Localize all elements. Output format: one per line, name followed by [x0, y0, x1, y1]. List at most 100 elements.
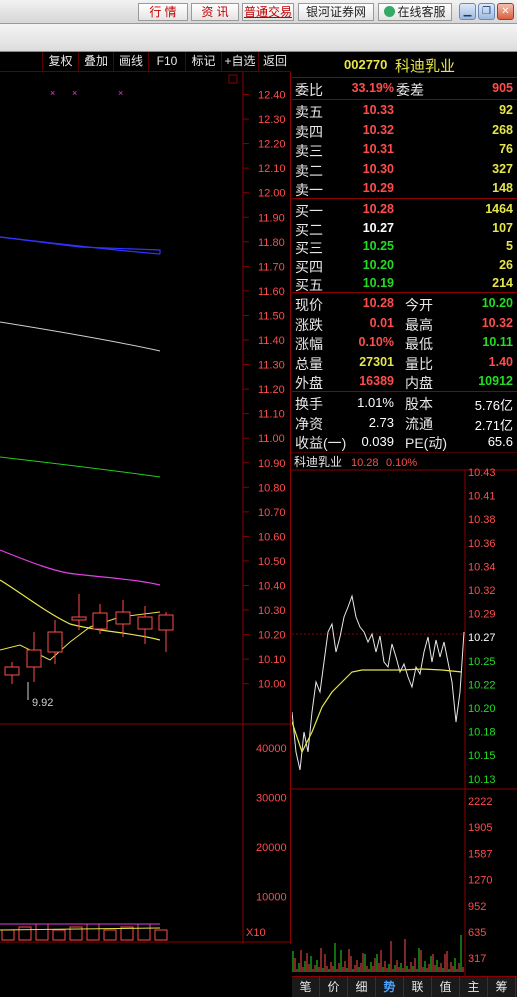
toolbar-item-4[interactable]: 标记 — [185, 52, 221, 71]
quote-value-b: 10.32 — [481, 315, 513, 330]
intra-price-tick: 10.22 — [468, 679, 496, 691]
fund-value-a: 2.73 — [368, 414, 394, 430]
quote-label-b: 量比 — [405, 355, 433, 372]
marker-x-icon: × — [118, 88, 123, 98]
volume-bar — [52, 929, 66, 941]
intra-volume-tick: 952 — [468, 901, 486, 913]
toolbar-item-1[interactable]: 叠加 — [78, 52, 113, 71]
price-tick-label: 10.20 — [258, 630, 286, 642]
quote-label-a: 涨幅 — [295, 336, 323, 352]
quote-label-a: 外盘 — [295, 375, 323, 391]
stock-code: 002770 — [344, 57, 388, 72]
weicha-value: 905 — [492, 81, 513, 95]
quote-label-b: 内盘 — [405, 375, 433, 391]
quote-label-a: 现价 — [295, 297, 323, 313]
quote-row-1: 涨跌 0.01 最高 10.32 — [292, 314, 517, 334]
buy-row-1-price: 10.28 — [362, 202, 394, 216]
quote-button[interactable]: 行 情 — [138, 3, 188, 21]
price-tick-label: 12.00 — [258, 188, 286, 200]
tab-2[interactable]: 细 — [348, 977, 376, 997]
quote-value-b: 10912 — [478, 374, 513, 388]
quote-value-a: 0.01 — [369, 315, 394, 330]
price-tick-label: 10.90 — [258, 458, 286, 470]
sell-row-1-price: 10.33 — [362, 103, 394, 117]
avg-price-line — [292, 668, 463, 754]
sell-row-1: 卖五 10.33 92 — [292, 101, 517, 121]
price-tick-label: 10.30 — [258, 605, 286, 617]
intra-price-tick: 10.43 — [468, 467, 496, 479]
fund-value-b: 2.71亿 — [474, 417, 513, 433]
quote-row-3: 总量 27301 量比 1.40 — [292, 353, 517, 373]
quote-label-a: 总量 — [295, 355, 323, 372]
tab-0[interactable]: 笔 — [292, 977, 320, 997]
kline-chart[interactable]: 12.40 12.30 12.20 12.10 12.00 11.90 11.80 11.70… — [0, 72, 291, 944]
quote-row-4: 外盘 16389 内盘 10912 — [292, 372, 517, 392]
sell-row-1-volume: 92 — [499, 103, 513, 117]
diamond-icon — [228, 74, 238, 84]
buy-row-3-price: 10.25 — [362, 239, 394, 253]
candle-body — [158, 614, 174, 631]
volume-tick-label: 20000 — [256, 842, 287, 854]
price-tick-label: 12.20 — [258, 139, 286, 151]
intra-price-tick: 10.18 — [468, 727, 496, 739]
price-line — [292, 594, 465, 771]
price-tick-label: 12.40 — [258, 90, 286, 102]
sell-row-4-volume: 327 — [492, 161, 513, 176]
restore-icon[interactable]: ❐ — [478, 3, 495, 20]
close-icon[interactable]: ✕ — [497, 3, 514, 20]
title-bar: 行 情 资 讯 普通交易 银河证券网 在线客服 ▁ ❐ ✕ — [0, 0, 517, 24]
broker-site-button[interactable]: 银河证券网 — [298, 3, 374, 21]
buy-row-2-volume: 107 — [492, 220, 513, 235]
weibi-value: 33.19% — [351, 81, 394, 95]
sell-row-4-label: 卖二 — [295, 162, 323, 179]
tab-4[interactable]: 联 — [404, 977, 432, 997]
weibi-row: 委比 33.19% 委差 905 — [292, 79, 517, 99]
buy-row-4-price: 10.20 — [362, 257, 394, 272]
quote-value-b: 10.11 — [482, 335, 513, 349]
stock-terminal-window: 行 情 资 讯 普通交易 银河证券网 在线客服 ▁ ❐ ✕ 复权 叠加 画线 F10 标… — [0, 0, 517, 997]
low-marker-label: 9.92 — [32, 697, 53, 709]
volume-bar — [1, 929, 15, 941]
price-tick-label: 10.60 — [258, 531, 286, 543]
intra-price-tick: 10.32 — [468, 585, 496, 597]
sell-row-5-price: 10.29 — [362, 181, 394, 195]
trade-button[interactable]: 普通交易 — [242, 3, 294, 21]
tab-1[interactable]: 价 — [320, 977, 348, 997]
chart-toolbar: 复权 叠加 画线 F10 标记 +自选 返回 — [0, 52, 291, 72]
toolbar-item-0[interactable]: 复权 — [42, 52, 78, 71]
fund-value-a: 0.039 — [361, 434, 394, 449]
fund-label-a: 收益(一) — [295, 435, 347, 451]
stock-header: 002770 科迪乳业 — [292, 54, 517, 76]
intra-price-tick: 10.13 — [468, 774, 496, 786]
sell-row-4-price: 10.30 — [362, 161, 394, 176]
buy-row-5: 买五 10.19 214 — [292, 274, 517, 294]
tab-3[interactable]: 势 — [376, 977, 404, 997]
quote-value-b: 1.40 — [488, 354, 513, 369]
toolbar-item-2[interactable]: 画线 — [113, 52, 148, 71]
ma-line-green — [0, 456, 161, 478]
online-service-button[interactable]: 在线客服 — [378, 3, 452, 21]
ma-line-gray — [0, 321, 161, 352]
bottom-tabs: 笔价细势联值主筹 — [292, 976, 517, 997]
buy-row-2-price: 10.27 — [362, 220, 394, 235]
stock-name: 科迪乳业 — [395, 58, 456, 75]
intraday-chart[interactable]: 科迪乳业 10.28 0.10% 10.43 10.41 10.38 10.36 10.34 1… — [292, 452, 517, 976]
fund-value-a: 1.01% — [357, 395, 394, 410]
toolbar-item-5[interactable]: +自选 — [221, 52, 258, 71]
intra-volume-tick: 2222 — [468, 796, 492, 808]
tab-7[interactable]: 筹 — [488, 977, 516, 997]
fund-label-b: 股本 — [405, 396, 433, 412]
toolbar-item-6[interactable]: 返回 — [258, 52, 291, 71]
tab-5[interactable]: 值 — [432, 977, 460, 997]
tab-6[interactable]: 主 — [460, 977, 488, 997]
candle-body — [47, 631, 63, 653]
candle-body — [137, 616, 153, 630]
price-tick-label: 11.80 — [258, 237, 285, 249]
toolbar-item-3[interactable]: F10 — [148, 52, 185, 71]
quote-label-a: 涨跌 — [295, 316, 323, 333]
buy-row-1: 买一 10.28 1464 — [292, 200, 517, 220]
price-tick-label: 10.50 — [258, 556, 286, 568]
menu-strip — [0, 24, 517, 52]
minimize-icon[interactable]: ▁ — [459, 3, 476, 20]
info-button[interactable]: 资 讯 — [191, 3, 239, 21]
